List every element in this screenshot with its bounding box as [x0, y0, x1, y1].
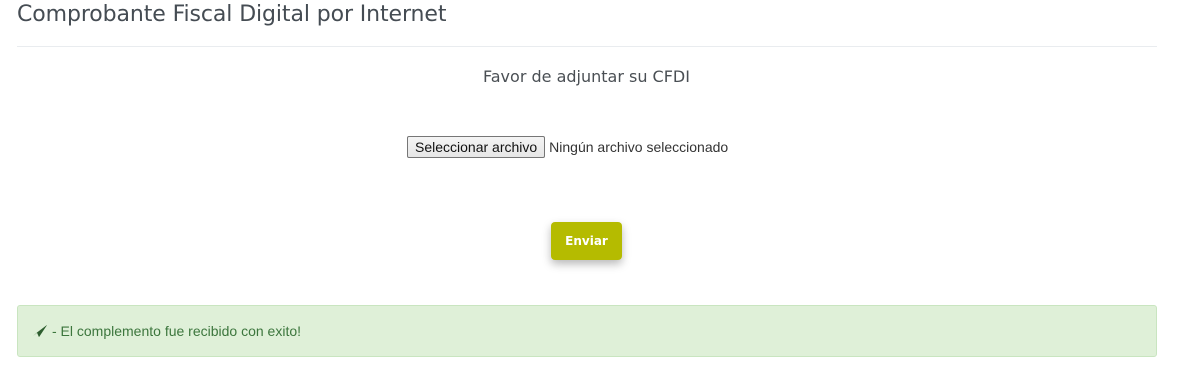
- file-status-text: Ningún archivo seleccionado: [549, 139, 729, 155]
- divider: [17, 46, 1157, 47]
- submit-button[interactable]: Enviar: [551, 222, 622, 260]
- page-title: Comprobante Fiscal Digital por Internet: [17, 2, 447, 27]
- alert-message: - El complemento fue recibido con exito!: [52, 323, 302, 339]
- file-input[interactable]: Seleccionar archivo Ningún archivo selec…: [407, 136, 728, 158]
- success-alert: - El complemento fue recibido con exito!: [17, 305, 1157, 357]
- page: Comprobante Fiscal Digital por Internet …: [0, 0, 1197, 384]
- select-file-button[interactable]: Seleccionar archivo: [407, 136, 546, 158]
- paper-plane-icon: [32, 324, 48, 338]
- upload-prompt: Favor de adjuntar su CFDI: [483, 67, 690, 86]
